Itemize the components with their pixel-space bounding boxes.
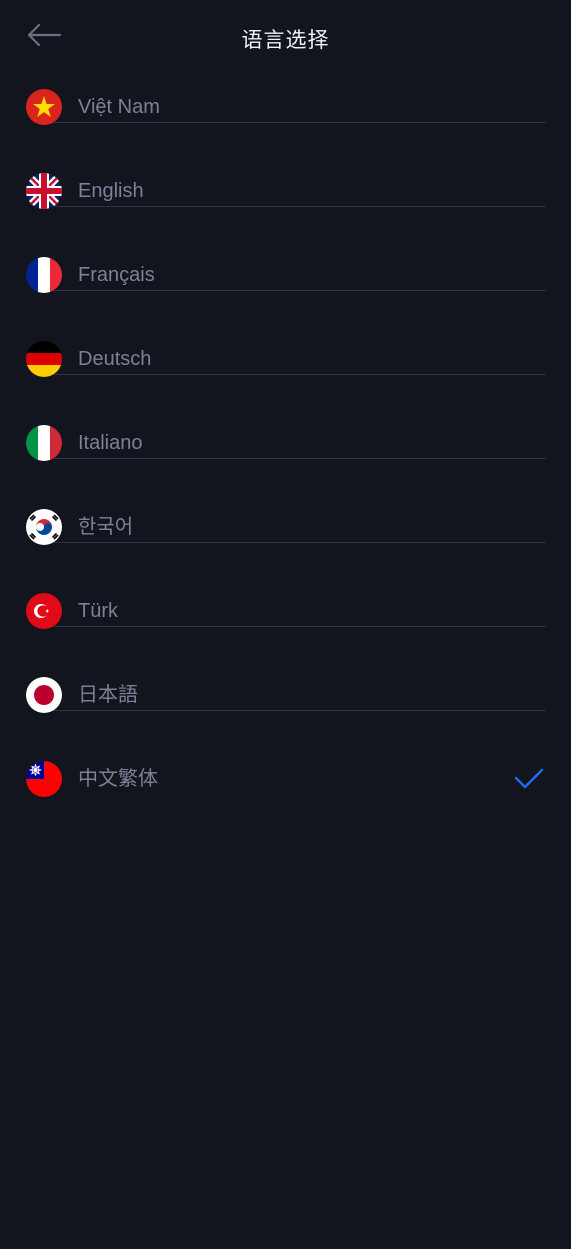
vietnam-flag-icon: [26, 89, 62, 125]
korea-flag-icon: [26, 509, 62, 545]
taiwan-flag-icon: [26, 761, 62, 797]
language-label: Việt Nam: [78, 96, 160, 118]
header: 语言选择: [0, 0, 571, 80]
france-flag-icon: [26, 257, 62, 293]
divider: [54, 374, 546, 375]
divider: [54, 626, 546, 627]
divider: [54, 458, 546, 459]
divider: [54, 122, 546, 123]
language-label: English: [78, 180, 144, 202]
divider: [54, 542, 546, 543]
language-label: Français: [78, 264, 155, 286]
language-item-turkish[interactable]: Türk: [26, 584, 546, 644]
language-label: Deutsch: [78, 348, 152, 370]
language-item-traditional-chinese[interactable]: 中文繁体: [26, 752, 546, 812]
turkey-flag-icon: [26, 593, 62, 629]
language-item-korean[interactable]: 한국어: [26, 500, 546, 560]
divider: [54, 290, 546, 291]
checkmark-icon: [514, 768, 544, 790]
language-label: Italiano: [78, 432, 143, 454]
uk-flag-icon: [26, 173, 62, 209]
language-item-japanese[interactable]: 日本語: [26, 668, 546, 728]
divider: [54, 710, 546, 711]
language-item-italian[interactable]: Italiano: [26, 416, 546, 476]
language-item-german[interactable]: Deutsch: [26, 332, 546, 392]
page-title: 语言选择: [241, 29, 330, 52]
language-label: 中文繁体: [78, 768, 158, 790]
language-label: 한국어: [78, 516, 134, 538]
language-label: Türk: [78, 600, 118, 622]
language-label: 日本語: [78, 684, 138, 706]
language-item-vietnamese[interactable]: Việt Nam: [26, 80, 546, 140]
language-item-english[interactable]: English: [26, 164, 546, 224]
italy-flag-icon: [26, 425, 62, 461]
divider: [54, 206, 546, 207]
germany-flag-icon: [26, 341, 62, 377]
japan-flag-icon: [26, 677, 62, 713]
language-item-french[interactable]: Français: [26, 248, 546, 308]
